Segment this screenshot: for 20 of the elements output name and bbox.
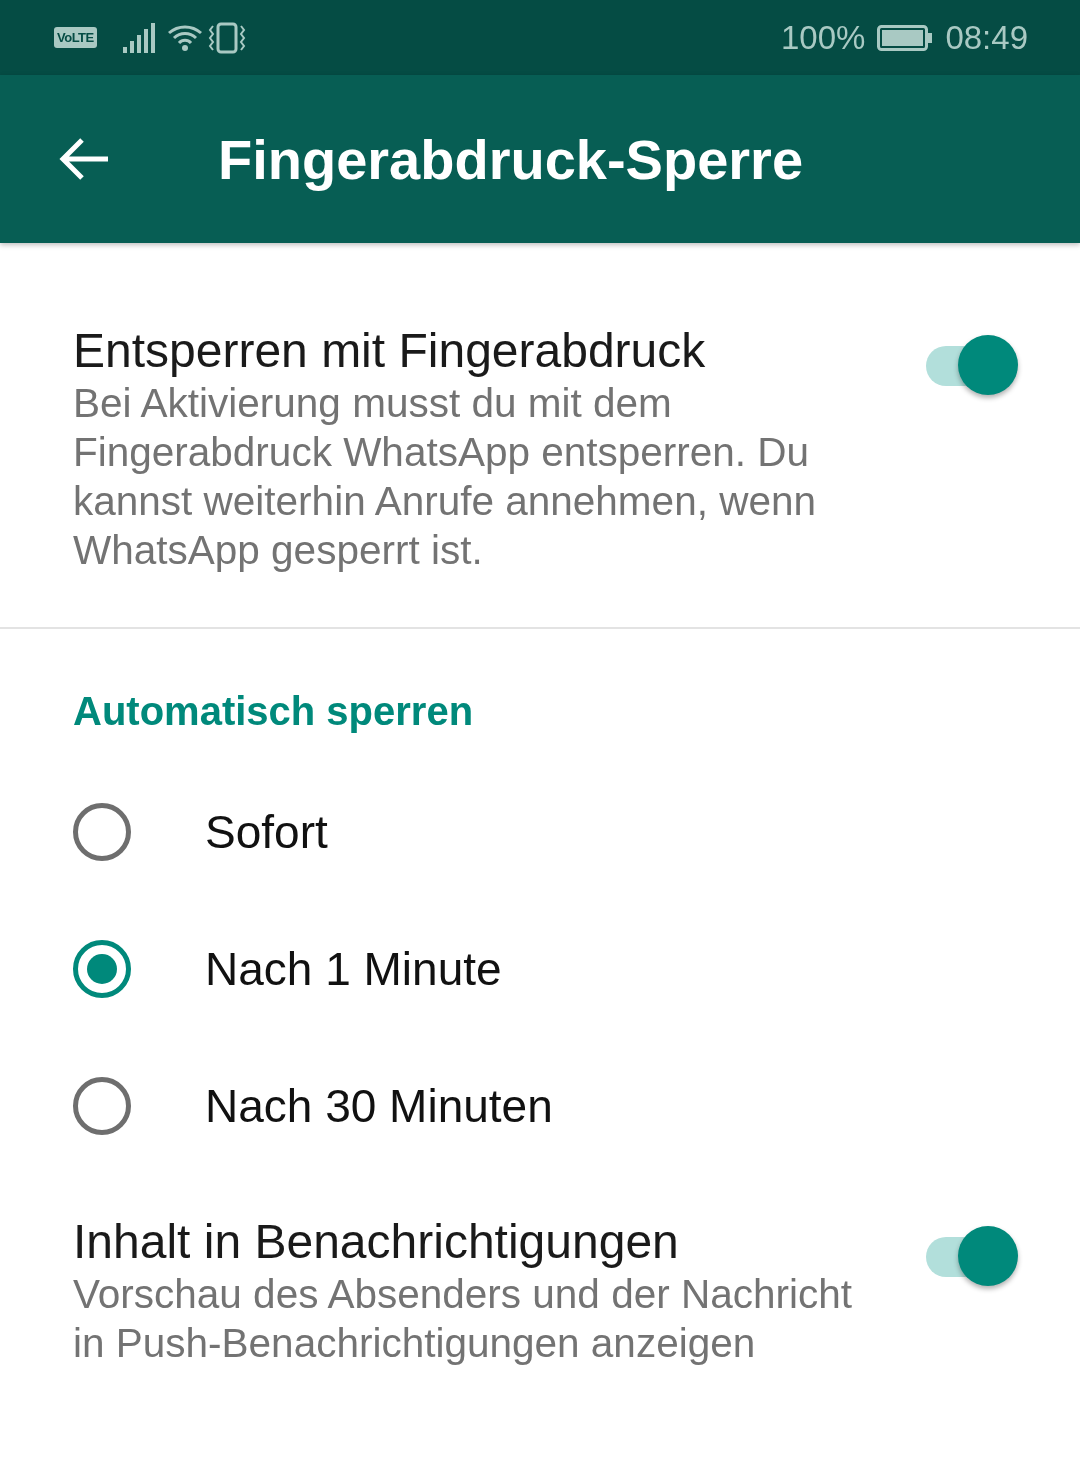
section-header: Automatisch sperren xyxy=(72,688,475,735)
option-label[interactable]: Nach 30 Minuten xyxy=(205,1078,553,1133)
setting-title: Inhalt in Benachrichtigungen xyxy=(73,1214,680,1270)
option-label[interactable]: Nach 1 Minute xyxy=(205,941,502,996)
toggle-switch[interactable] xyxy=(924,335,1020,397)
option-label[interactable]: Sofort xyxy=(205,804,328,859)
radio-button[interactable] xyxy=(73,802,131,861)
screen-title: Fingerabdruck-Sperre xyxy=(218,126,804,192)
setting-description: Vorschau des Absenders und der Nachricht in Push-Benachrichtigungen anzeigen xyxy=(73,1270,853,1368)
setting-description: Bei Aktivierung musst du mit dem Fingerabdruck WhatsApp entsperren. Du kannst weiterhin Anrufe annehmen, wenn WhatsApp gesperrt ist. xyxy=(73,379,817,575)
radio-button[interactable] xyxy=(73,939,131,998)
toggle-switch[interactable] xyxy=(924,1226,1020,1288)
clock-time: 08:49 xyxy=(945,18,1028,57)
volte-badge: VoLTE xyxy=(54,27,97,48)
battery-percent: 100% xyxy=(781,18,866,57)
vibrate-icon xyxy=(206,21,247,54)
back-arrow-icon[interactable] xyxy=(58,136,110,182)
battery-icon xyxy=(877,24,934,51)
radio-button[interactable] xyxy=(73,1076,131,1135)
setting-title: Entsperren mit Fingerabdruck xyxy=(73,323,707,379)
